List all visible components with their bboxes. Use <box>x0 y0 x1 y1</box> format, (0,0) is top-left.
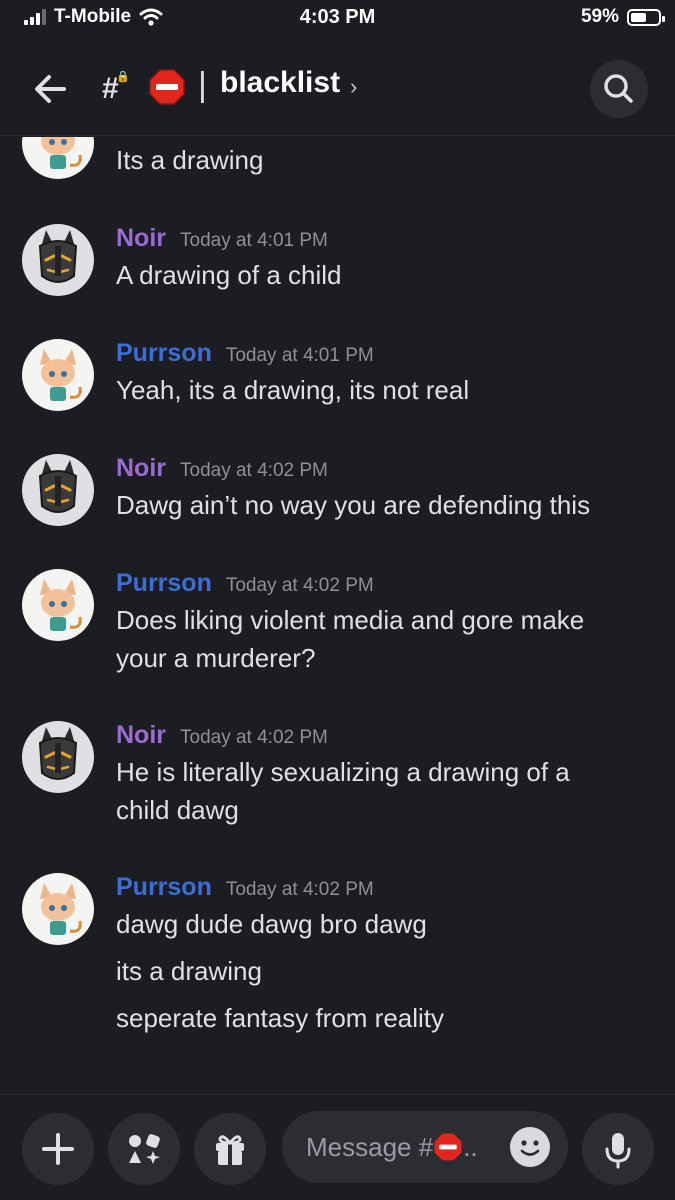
message-timestamp: Today at 4:02 PM <box>225 879 374 900</box>
back-button[interactable] <box>30 68 72 110</box>
message-header: Purrson Today at 4:02 PM <box>116 873 374 902</box>
message-timestamp: Today at 4:02 PM <box>225 575 374 596</box>
channel-header: # 🔒 | blacklist › <box>0 44 675 136</box>
cat-avatar-icon <box>40 883 82 935</box>
status-bar: T-Mobile 4:03 PM 59% <box>0 0 675 44</box>
avatar-noir[interactable] <box>22 454 94 526</box>
apps-button[interactable] <box>108 1113 180 1185</box>
search-icon <box>604 74 633 103</box>
battery-nub <box>662 15 665 22</box>
emoji-button[interactable] <box>510 1127 550 1167</box>
message-list[interactable]: Its a drawing Noir Today at 4:01 PM A dr… <box>0 137 675 1094</box>
message-text: Does liking violent media and gore make <box>116 605 585 635</box>
channel-separator: | <box>198 66 207 104</box>
stop-sign-icon <box>149 69 185 105</box>
message-header: Purrson Today at 4:02 PM <box>116 569 374 598</box>
message-header: Noir Today at 4:02 PM <box>116 721 328 750</box>
cat-avatar-icon <box>40 579 82 631</box>
message-composer: Message #.. <box>0 1094 675 1200</box>
add-button[interactable] <box>22 1113 94 1185</box>
message-placeholder: Message #.. <box>306 1132 478 1162</box>
message-text: your a murderer? <box>116 643 316 673</box>
battery-percent: 59% <box>580 6 619 27</box>
message-timestamp: Today at 4:02 PM <box>180 460 328 481</box>
avatar-purrson[interactable] <box>22 873 94 945</box>
avatar-purrson[interactable] <box>22 339 94 411</box>
message-timestamp: Today at 4:01 PM <box>180 230 328 251</box>
voice-button[interactable] <box>582 1113 654 1185</box>
chevron-right-icon[interactable]: › <box>350 74 357 100</box>
status-right: 59% <box>580 6 665 28</box>
helmet-avatar-icon <box>38 727 78 780</box>
message-text: A drawing of a child <box>116 260 342 290</box>
message-timestamp: Today at 4:02 PM <box>180 727 328 748</box>
message-text: Yeah, its a drawing, its not real <box>116 375 470 405</box>
plus-icon <box>42 1133 74 1165</box>
search-button[interactable] <box>590 60 648 118</box>
apps-icon <box>129 1134 160 1164</box>
microphone-icon <box>605 1133 631 1169</box>
emoji-icon <box>520 1140 540 1156</box>
message-header: Noir Today at 4:02 PM <box>116 454 328 483</box>
message-header: Noir Today at 4:01 PM <box>116 224 328 253</box>
battery-fill <box>631 12 646 22</box>
message-header: Purrson Today at 4:01 PM <box>116 339 374 368</box>
gift-icon <box>216 1135 244 1165</box>
avatar-purrson[interactable] <box>22 137 94 179</box>
author-name[interactable]: Noir <box>116 721 166 750</box>
status-time: 4:03 PM <box>299 6 376 28</box>
avatar-noir[interactable] <box>22 721 94 793</box>
stop-sign-icon <box>434 1133 462 1161</box>
arrow-left-icon <box>35 75 66 103</box>
author-name[interactable]: Noir <box>116 224 166 253</box>
author-name[interactable]: Noir <box>116 454 166 483</box>
helmet-avatar-icon <box>38 460 78 513</box>
message-text: child dawg <box>116 795 239 825</box>
helmet-avatar-icon <box>38 230 78 283</box>
avatar-purrson[interactable] <box>22 569 94 641</box>
message-text: seperate fantasy from reality <box>116 1003 445 1033</box>
cat-avatar-icon <box>40 349 82 401</box>
avatar-noir[interactable] <box>22 224 94 296</box>
message-text: Its a drawing <box>116 145 264 175</box>
message-text: Dawg ain’t no way you are defending this <box>116 490 591 520</box>
author-name[interactable]: Purrson <box>116 873 212 902</box>
author-name[interactable]: Purrson <box>116 339 212 368</box>
message-timestamp: Today at 4:01 PM <box>225 345 374 366</box>
message-text: dawg dude dawg bro dawg <box>116 909 427 939</box>
message-input[interactable]: Message #.. <box>282 1111 568 1183</box>
locked-hash-icon: # 🔒 <box>102 71 130 105</box>
battery-icon <box>627 8 665 26</box>
message-text: He is literally sexualizing a drawing of… <box>116 757 570 787</box>
message-text: its a drawing <box>116 956 262 986</box>
cat-avatar-icon <box>41 137 82 169</box>
gift-button[interactable] <box>194 1113 266 1185</box>
channel-name[interactable]: blacklist <box>220 66 340 100</box>
author-name[interactable]: Purrson <box>116 569 212 598</box>
